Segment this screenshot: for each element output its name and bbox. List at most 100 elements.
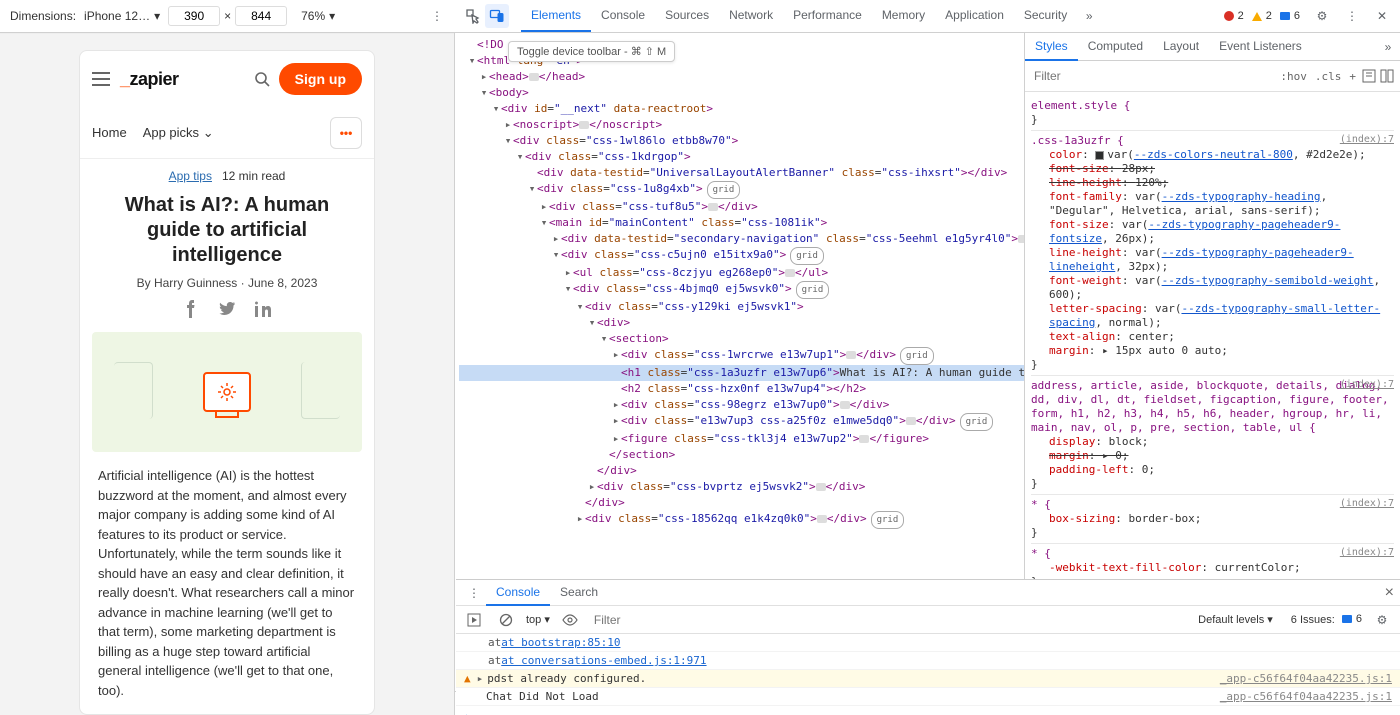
styles-tabs-overflow-icon[interactable]: » bbox=[1376, 35, 1400, 59]
grid-badge[interactable]: grid bbox=[790, 247, 824, 265]
console-play-icon[interactable] bbox=[462, 608, 486, 632]
console-source-link[interactable]: _app-c56f64f04aa42235.js:1 bbox=[1220, 690, 1392, 703]
dom-node[interactable]: <head></head> bbox=[459, 69, 1024, 85]
close-icon[interactable]: ✕ bbox=[1370, 4, 1394, 28]
console-drawer-tab-console[interactable]: Console bbox=[486, 580, 550, 606]
ellipsis-icon[interactable] bbox=[906, 417, 916, 425]
style-declaration[interactable]: font-size: var(--zds-typography-pagehead… bbox=[1031, 218, 1394, 246]
category-link[interactable]: App tips bbox=[169, 169, 212, 183]
style-declaration[interactable]: letter-spacing: var(--zds-typography-sma… bbox=[1031, 302, 1394, 330]
ellipsis-icon[interactable] bbox=[840, 401, 850, 409]
disclosure-icon[interactable] bbox=[527, 181, 537, 197]
panel-tab-performance[interactable]: Performance bbox=[783, 0, 872, 32]
warning-count-badge[interactable]: 2 bbox=[1252, 10, 1272, 22]
message-count-badge[interactable]: 6 bbox=[1280, 10, 1300, 22]
style-declaration[interactable]: -webkit-text-fill-color: currentColor; bbox=[1031, 561, 1394, 575]
dom-node[interactable]: <h2 class="css-hzx0nf e13w7up4"></h2> bbox=[459, 381, 1024, 397]
linkedin-icon[interactable] bbox=[254, 300, 272, 318]
dom-node[interactable]: <div class="css-1wl86lo etbb8w70"> bbox=[459, 133, 1024, 149]
style-rule[interactable]: element.style {} bbox=[1031, 96, 1394, 131]
dom-node[interactable]: <div class="css-98egrz e13w7up0"></div> bbox=[459, 397, 1024, 413]
disclosure-icon[interactable] bbox=[611, 413, 621, 429]
dom-node[interactable]: <div class="css-1kdrgop"> bbox=[459, 149, 1024, 165]
dom-node[interactable]: <div data-testid="UniversalLayoutAlertBa… bbox=[459, 165, 1024, 181]
ellipsis-icon[interactable] bbox=[859, 435, 869, 443]
inspect-element-icon[interactable] bbox=[461, 4, 485, 28]
disclosure-icon[interactable] bbox=[563, 281, 573, 297]
panel-tab-memory[interactable]: Memory bbox=[872, 0, 935, 32]
styles-tab-event-listeners[interactable]: Event Listeners bbox=[1209, 33, 1312, 61]
ellipsis-icon[interactable] bbox=[846, 351, 856, 359]
styles-tab-computed[interactable]: Computed bbox=[1078, 33, 1153, 61]
dom-node[interactable]: <body> bbox=[459, 85, 1024, 101]
disclosure-icon[interactable] bbox=[503, 117, 513, 133]
style-declaration[interactable]: margin: ▸ 0; bbox=[1031, 449, 1394, 463]
ellipsis-icon[interactable] bbox=[785, 269, 795, 277]
ellipsis-icon[interactable] bbox=[1018, 235, 1024, 243]
zoom-select[interactable]: 76% ▾ bbox=[297, 7, 339, 25]
clear-console-icon[interactable] bbox=[494, 608, 518, 632]
dom-node[interactable]: <div class="e13w7up3 css-a25f0z e1mwe5dq… bbox=[459, 413, 1024, 431]
disclosure-icon[interactable] bbox=[479, 69, 489, 85]
dom-node[interactable]: <div data-testid="secondary-navigation" … bbox=[459, 231, 1024, 247]
kebab-icon[interactable]: ⋮ bbox=[1340, 4, 1364, 28]
disclosure-icon[interactable] bbox=[587, 479, 597, 495]
disclosure-icon[interactable] bbox=[551, 231, 561, 247]
drawer-menu-icon[interactable]: ⋮ bbox=[462, 581, 486, 605]
dom-node[interactable]: <div class="css-y129ki ej5wsvk1"> bbox=[459, 299, 1024, 315]
error-count-badge[interactable]: 2 bbox=[1224, 10, 1244, 22]
dom-node[interactable]: <div class="css-c5ujn0 e15itx9a0">grid bbox=[459, 247, 1024, 265]
panel-tab-security[interactable]: Security bbox=[1014, 0, 1077, 32]
new-rule-icon[interactable] bbox=[1360, 64, 1378, 88]
dom-node[interactable]: <div id="__next" data-reactroot> bbox=[459, 101, 1024, 117]
console-source-link[interactable]: _app-c56f64f04aa42235.js:1 bbox=[1220, 672, 1392, 685]
log-levels-select[interactable]: Default levels ▾ bbox=[1198, 613, 1273, 626]
ellipsis-icon[interactable] bbox=[579, 121, 589, 129]
rule-source-link[interactable]: (index):7 bbox=[1340, 378, 1394, 392]
style-rule[interactable]: (index):7address, article, aside, blockq… bbox=[1031, 376, 1394, 495]
computed-toggle-icon[interactable] bbox=[1378, 64, 1396, 88]
panel-tab-network[interactable]: Network bbox=[719, 0, 783, 32]
gear-icon[interactable]: ⚙ bbox=[1310, 4, 1334, 28]
style-rule[interactable]: (index):7.css-1a3uzfr {color: var(--zds-… bbox=[1031, 131, 1394, 376]
dom-node[interactable]: <noscript></noscript> bbox=[459, 117, 1024, 133]
grid-badge[interactable]: grid bbox=[796, 281, 830, 299]
console-source-link[interactable]: at conversations-embed.js:1:971 bbox=[501, 654, 706, 667]
disclosure-icon[interactable] bbox=[539, 199, 549, 215]
grid-badge[interactable]: grid bbox=[707, 181, 741, 199]
console-settings-icon[interactable]: ⚙ bbox=[1370, 608, 1394, 632]
disclosure-icon[interactable] bbox=[611, 397, 621, 413]
disclosure-icon[interactable] bbox=[611, 347, 621, 363]
toggle-device-toolbar-icon[interactable] bbox=[485, 4, 509, 28]
issues-chip[interactable]: 6 Issues: 6 bbox=[1291, 613, 1362, 626]
disclosure-icon[interactable] bbox=[503, 133, 513, 149]
dom-node[interactable]: <figure class="css-tkl3j4 e13w7up2"></fi… bbox=[459, 431, 1024, 447]
width-input[interactable] bbox=[168, 6, 220, 26]
nav-home[interactable]: Home bbox=[92, 125, 127, 140]
ellipsis-icon[interactable] bbox=[816, 483, 826, 491]
rule-source-link[interactable]: (index):7 bbox=[1340, 497, 1394, 511]
ellipsis-icon[interactable] bbox=[708, 203, 718, 211]
styles-tab-styles[interactable]: Styles bbox=[1025, 33, 1078, 61]
eye-icon[interactable] bbox=[558, 608, 582, 632]
style-declaration[interactable]: margin: ▸ 15px auto 0 auto; bbox=[1031, 344, 1394, 358]
dom-node[interactable]: <main id="mainContent" class="css-1081ik… bbox=[459, 215, 1024, 231]
filter-pill[interactable]: :hov bbox=[1276, 68, 1311, 85]
signup-button[interactable]: Sign up bbox=[279, 63, 362, 95]
disclosure-icon[interactable] bbox=[551, 247, 561, 263]
style-declaration[interactable]: box-sizing: border-box; bbox=[1031, 512, 1394, 526]
search-icon[interactable] bbox=[253, 70, 271, 88]
dom-node[interactable]: </section> bbox=[459, 447, 1024, 463]
style-declaration[interactable]: font-size: 28px; bbox=[1031, 162, 1394, 176]
disclosure-icon[interactable] bbox=[515, 149, 525, 165]
dom-node[interactable]: <div> bbox=[459, 315, 1024, 331]
disclosure-icon[interactable] bbox=[563, 265, 573, 281]
panel-tab-sources[interactable]: Sources bbox=[655, 0, 719, 32]
panel-tab-elements[interactable]: Elements bbox=[521, 0, 591, 32]
style-declaration[interactable]: padding-left: 0; bbox=[1031, 463, 1394, 477]
console-drawer-tab-search[interactable]: Search bbox=[550, 580, 608, 606]
disclosure-icon[interactable] bbox=[587, 315, 597, 331]
filter-pill[interactable]: .cls bbox=[1311, 68, 1346, 85]
hamburger-icon[interactable] bbox=[92, 72, 110, 86]
dom-node[interactable]: <section> bbox=[459, 331, 1024, 347]
